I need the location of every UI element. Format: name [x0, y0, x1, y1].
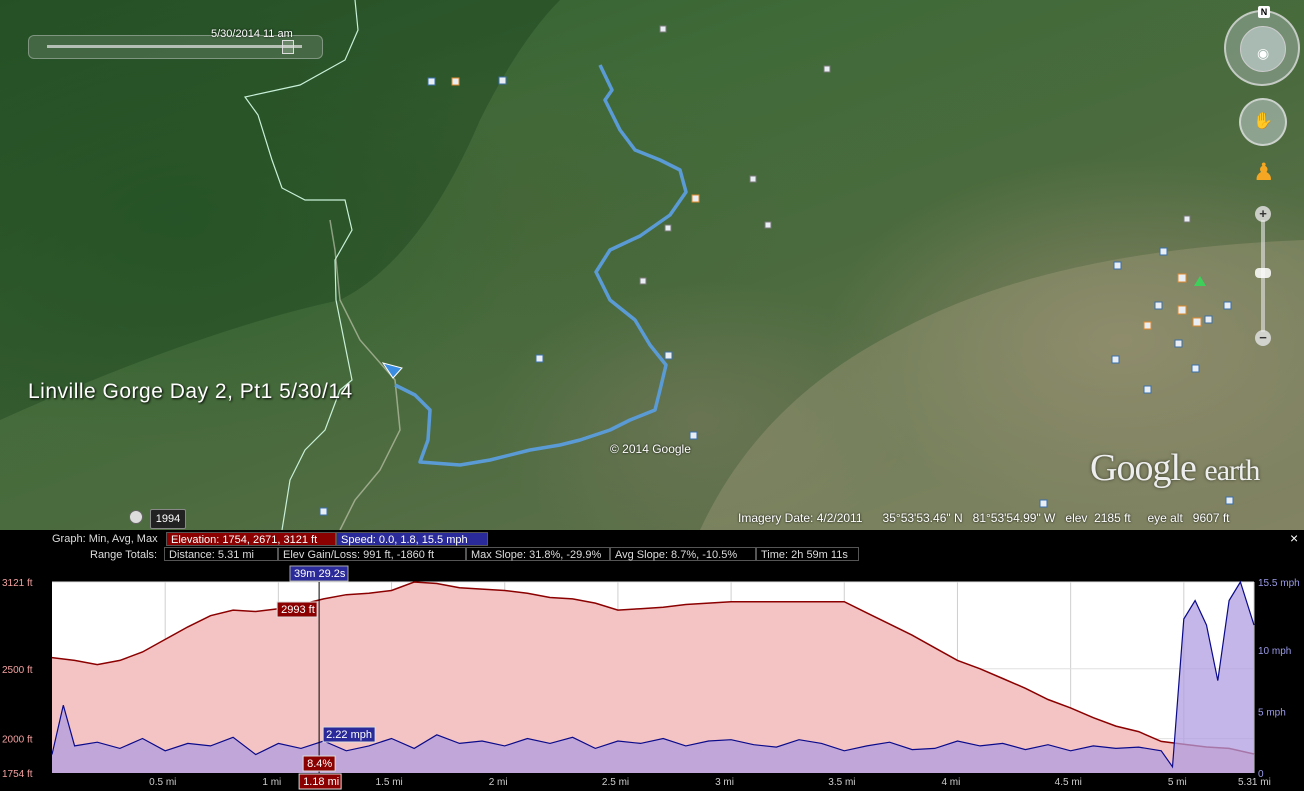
- compass-icon[interactable]: N ◉: [1224, 6, 1300, 86]
- eye-altitude: eye alt 9607 ft: [1147, 511, 1230, 525]
- left-axis-tick: 2500 ft: [2, 665, 33, 676]
- left-axis-tick: 1754 ft: [2, 769, 33, 780]
- right-axis-tick: 15.5 mph: [1258, 578, 1300, 589]
- hand-icon[interactable]: ✋: [1239, 98, 1287, 146]
- zoom-in-icon[interactable]: +: [1255, 206, 1271, 222]
- cursor-speed: 2.22 mph: [326, 729, 372, 741]
- elevation-chart[interactable]: 3121 ft 2500 ft 2000 ft 1754 ft 15.5 mph 10 m…: [0, 530, 1304, 791]
- x-axis-tick: 4.5 mi: [1055, 777, 1082, 788]
- tour-title: Linville Gorge Day 2, Pt1 5/30/14: [28, 380, 353, 403]
- x-axis-tick: 3.5 mi: [828, 777, 855, 788]
- cursor-slope: 8.4%: [307, 758, 332, 770]
- copyright-text: © 2014 Google: [610, 442, 691, 456]
- x-axis-tick: 3 mi: [715, 777, 734, 788]
- zoom-slider[interactable]: + −: [1255, 206, 1271, 346]
- x-axis-tick: 2.5 mi: [602, 777, 629, 788]
- ridge-shading: [0, 0, 560, 420]
- map-view[interactable]: 5/30/2014 11 am Linville Gorge Day 2, Pt…: [0, 0, 1304, 530]
- left-axis-tick: 3121 ft: [2, 578, 33, 589]
- x-axis-tick: 0.5 mi: [149, 777, 176, 788]
- brand-earth: earth: [1204, 454, 1260, 487]
- latitude: 35°53'53.46" N: [882, 511, 963, 525]
- pegman-icon[interactable]: ♟: [1253, 158, 1275, 194]
- historical-imagery-year[interactable]: 1994: [150, 509, 186, 529]
- zoom-out-icon[interactable]: −: [1255, 330, 1271, 346]
- x-axis-tick: 5.31 mi: [1238, 777, 1271, 788]
- right-axis-tick: 10 mph: [1258, 646, 1291, 657]
- time-slider-thumb[interactable]: [282, 40, 294, 54]
- x-axis-tick: 1 mi: [262, 777, 281, 788]
- google-earth-logo: Google earth: [1090, 446, 1260, 490]
- eye-icon: ◉: [1257, 45, 1270, 61]
- longitude: 81°53'54.99" W: [972, 511, 1056, 525]
- time-slider-track[interactable]: [47, 45, 302, 48]
- x-axis-tick: 4 mi: [941, 777, 960, 788]
- brand-google: Google: [1090, 447, 1197, 489]
- x-axis-tick: 2 mi: [489, 777, 508, 788]
- x-axis-tick: 5 mi: [1168, 777, 1187, 788]
- status-bar: Imagery Date: 4/2/2011 35°53'53.46" N 81…: [738, 511, 1230, 525]
- cursor-time: 39m 29.2s: [294, 568, 346, 580]
- zoom-knob[interactable]: [1255, 268, 1271, 278]
- compass-north[interactable]: N: [1258, 6, 1270, 18]
- cursor-elev: 2993 ft: [281, 604, 315, 616]
- clock-icon[interactable]: [129, 510, 143, 524]
- cursor-distance: 1.18 mi: [303, 776, 339, 788]
- elevation-readout: elev 2185 ft: [1065, 511, 1131, 525]
- time-slider[interactable]: 5/30/2014 11 am: [28, 28, 323, 59]
- imagery-date: Imagery Date: 4/2/2011: [738, 511, 863, 525]
- time-slider-label: 5/30/2014 11 am: [211, 28, 293, 40]
- left-axis-tick: 2000 ft: [2, 735, 33, 746]
- elevation-profile-panel: Graph: Min, Avg, Max Elevation: 1754, 26…: [0, 530, 1304, 791]
- x-axis-tick: 1.5 mi: [376, 777, 403, 788]
- right-axis-tick: 5 mph: [1258, 707, 1286, 718]
- navigation-controls: N ◉ ✋ ♟ + −: [1224, 6, 1304, 360]
